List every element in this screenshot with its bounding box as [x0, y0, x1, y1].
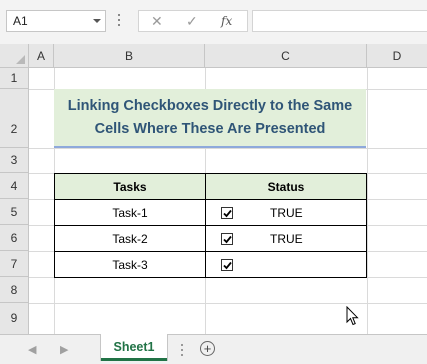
- task-3-checkbox[interactable]: [221, 259, 233, 271]
- column-header-b[interactable]: B: [54, 44, 205, 68]
- status-value: TRUE: [270, 232, 303, 246]
- title-line-1: Linking Checkboxes Directly to the Same: [67, 97, 353, 114]
- table-header-row: Tasks Status: [54, 173, 367, 200]
- status-value: TRUE: [270, 206, 303, 220]
- checkmark-icon: [223, 261, 232, 270]
- title-line-2: Cells Where These Are Presented: [94, 120, 326, 137]
- status-cell[interactable]: TRUE: [205, 199, 367, 226]
- cancel-icon[interactable]: ✕: [151, 13, 163, 30]
- chevron-down-icon[interactable]: [93, 19, 101, 23]
- scroll-right-icon[interactable]: ▶: [60, 343, 68, 356]
- mouse-pointer-icon: [346, 306, 359, 326]
- formula-bar: A1 ✕ ✓ fx: [0, 0, 427, 44]
- row-header-6[interactable]: 6: [0, 225, 29, 251]
- column-header-c[interactable]: C: [205, 44, 367, 68]
- row-header-2[interactable]: 2: [0, 89, 29, 148]
- add-sheet-icon[interactable]: +: [200, 341, 215, 356]
- checkmark-icon: [223, 209, 232, 218]
- name-box[interactable]: A1: [6, 10, 106, 32]
- sheet-tab-sheet1[interactable]: Sheet1: [101, 334, 167, 361]
- row-header-1[interactable]: 1: [0, 68, 29, 89]
- formula-input[interactable]: [252, 10, 427, 32]
- status-cell[interactable]: TRUE: [205, 225, 367, 252]
- table-row: Task-1 TRUE: [54, 199, 367, 226]
- task-cell[interactable]: Task-3: [54, 251, 206, 278]
- task-1-checkbox[interactable]: [221, 207, 233, 219]
- checkmark-icon: [223, 235, 232, 244]
- table-row: Task-3: [54, 251, 367, 278]
- row-header-8[interactable]: 8: [0, 277, 29, 303]
- row-header-7[interactable]: 7: [0, 251, 29, 277]
- status-cell[interactable]: [205, 251, 367, 278]
- column-header-d[interactable]: D: [367, 44, 427, 68]
- column-header-a[interactable]: A: [29, 44, 54, 68]
- task-cell[interactable]: Task-2: [54, 225, 206, 252]
- row-header-3[interactable]: 3: [0, 148, 29, 173]
- gridline: [367, 68, 368, 334]
- sheet-tab-bar: ◀ ▶ Sheet1 +: [0, 334, 427, 364]
- task-2-checkbox[interactable]: [221, 233, 233, 245]
- enter-icon[interactable]: ✓: [186, 13, 198, 30]
- gridline: [29, 148, 427, 149]
- insert-function-button[interactable]: fx: [221, 14, 232, 28]
- name-box-value: A1: [13, 14, 28, 28]
- sheet-title[interactable]: Linking Checkboxes Directly to the Same …: [54, 89, 366, 148]
- gridline: [29, 303, 427, 304]
- row-header-4[interactable]: 4: [0, 173, 29, 199]
- row-header-9[interactable]: 9: [0, 303, 29, 334]
- row-header-5[interactable]: 5: [0, 199, 29, 225]
- header-status[interactable]: Status: [205, 173, 367, 200]
- select-all-button[interactable]: [0, 44, 29, 68]
- task-cell[interactable]: Task-1: [54, 199, 206, 226]
- scroll-left-icon[interactable]: ◀: [28, 343, 36, 356]
- spreadsheet-grid[interactable]: A B C D 1 2 3 4 5 6 7 8 9 Linking Checkb…: [0, 44, 427, 334]
- table-row: Task-2 TRUE: [54, 225, 367, 252]
- task-table: Tasks Status Task-1 TRUE Task-2 TRUE Tas…: [54, 173, 367, 278]
- header-tasks[interactable]: Tasks: [54, 173, 206, 200]
- drag-handle-icon[interactable]: [118, 14, 121, 28]
- formula-buttons: ✕ ✓ fx: [138, 10, 248, 32]
- tab-splitter-icon[interactable]: [181, 344, 183, 359]
